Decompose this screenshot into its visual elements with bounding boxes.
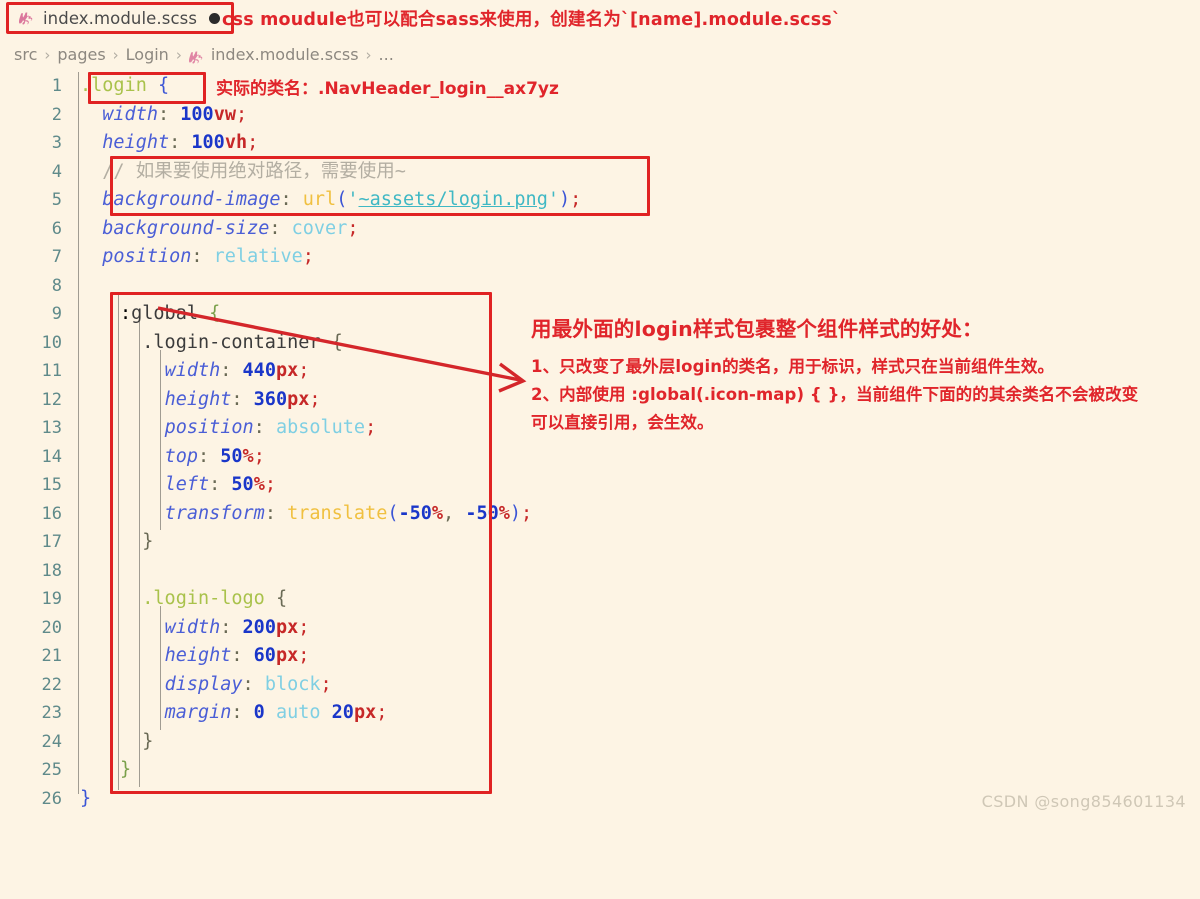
code-line[interactable]: 2 width: 100vw; [0, 101, 1200, 130]
code-line[interactable]: 23 margin: 0 auto 20px; [0, 699, 1200, 728]
line-number: 24 [41, 731, 62, 752]
notes-title: 用最外面的login样式包裹整个组件样式的好处： [531, 317, 983, 341]
line-number: 4 [51, 161, 62, 182]
code-line-text: height: 360px; [164, 388, 321, 410]
tab-filename: index.module.scss [43, 8, 198, 28]
line-number: 12 [41, 389, 62, 410]
line-number: 8 [51, 275, 62, 296]
sass-file-icon [19, 10, 34, 26]
code-line-text: } [142, 730, 154, 752]
breadcrumb-item-more[interactable]: ... [379, 45, 394, 64]
line-number: 10 [41, 332, 62, 353]
code-line[interactable]: 21 height: 60px; [0, 642, 1200, 671]
code-line-text: width: 100vw; [102, 103, 248, 125]
code-line-text: background-size: cover; [102, 217, 359, 239]
sass-file-icon [188, 49, 204, 65]
code-line-text: :global { [120, 303, 221, 324]
annotation-notes-panel: 用最外面的login样式包裹整个组件样式的好处： 1、只改变了最外层login的… [531, 312, 1191, 437]
line-number: 13 [41, 418, 62, 438]
code-line[interactable]: 8 [0, 272, 1200, 301]
code-line[interactable]: 6 background-size: cover; [0, 215, 1200, 244]
code-line-text: position: absolute; [164, 417, 377, 438]
line-number: 5 [51, 190, 62, 210]
breadcrumb-item-src[interactable]: src [14, 45, 37, 64]
code-line[interactable]: 17 } [0, 528, 1200, 557]
breadcrumb-separator-icon: › [44, 45, 51, 64]
breadcrumb-separator-icon: › [365, 45, 372, 64]
line-number: 23 [41, 703, 62, 723]
breadcrumb-item-file[interactable]: index.module.scss [211, 45, 359, 64]
code-line-text: width: 440px; [164, 360, 310, 381]
line-number: 9 [51, 304, 62, 324]
line-number: 3 [51, 133, 62, 153]
code-line[interactable]: 7 position: relative; [0, 243, 1200, 272]
indent-guide [160, 350, 161, 530]
code-line-text: } [142, 531, 154, 552]
code-line-text: width: 200px; [164, 616, 310, 638]
watermark: CSDN @song854601134 [981, 792, 1186, 811]
code-line-text: transform: translate(-50%, -50%); [164, 502, 533, 524]
code-line-text: height: 100vh; [102, 132, 259, 153]
code-line-text: left: 50%; [164, 474, 276, 495]
code-line[interactable]: 18 [0, 557, 1200, 586]
code-line-text: } [120, 759, 132, 780]
editor-tab-index-module-scss[interactable]: index.module.scss [6, 2, 235, 34]
code-line-text: .login-logo { [142, 588, 288, 609]
code-line[interactable]: 25 } [0, 756, 1200, 785]
code-line[interactable]: 22 display: block; [0, 671, 1200, 700]
breadcrumb-separator-icon: › [112, 45, 119, 64]
code-editor-content[interactable]: 1 .login { 2 width: 100vw; 3 height: 100… [0, 72, 1200, 813]
annotation-actual-classname: 实际的类名：.NavHeader_login__ax7yz [216, 79, 559, 99]
breadcrumb-item-login[interactable]: Login [126, 45, 169, 64]
note-item-1: 1、只改变了最外层login的类名，用于标识，样式只在当前组件生效。 [531, 357, 1055, 376]
line-number: 18 [41, 560, 62, 581]
line-number: 6 [51, 218, 62, 239]
line-number: 14 [41, 446, 62, 467]
line-number: 11 [41, 361, 62, 381]
breadcrumb-separator-icon: › [175, 45, 182, 64]
code-line-text: display: block; [164, 673, 332, 695]
code-line[interactable]: 19 .login-logo { [0, 585, 1200, 614]
breadcrumb: src › pages › Login › index.module.scss … [14, 45, 394, 64]
code-line[interactable]: 14 top: 50%; [0, 443, 1200, 472]
line-number: 1 [51, 76, 62, 96]
code-line[interactable]: 4 // 如果要使用绝对路径，需要使用~ [0, 158, 1200, 187]
indent-guide [160, 606, 161, 730]
code-line-text: top: 50%; [164, 445, 265, 467]
line-number: 15 [41, 475, 62, 495]
code-line[interactable]: 5 background-image: url('~assets/login.p… [0, 186, 1200, 215]
code-line[interactable]: 3 height: 100vh; [0, 129, 1200, 158]
code-line[interactable]: 24 } [0, 728, 1200, 757]
line-number: 21 [41, 646, 62, 666]
line-number: 20 [41, 617, 62, 638]
indent-guide [139, 321, 140, 787]
note-item-2: 2、内部使用 :global(.icon-map) { }，当前组件下面的的其余… [531, 385, 1139, 404]
code-line[interactable]: 20 width: 200px; [0, 614, 1200, 643]
header-annotation: css moudule也可以配合sass来使用，创建名为`[name].modu… [222, 10, 841, 30]
line-number: 26 [41, 788, 62, 809]
indent-guide [118, 292, 119, 790]
code-line-text: position: relative; [102, 246, 314, 267]
line-number: 2 [51, 104, 62, 125]
code-line-text: .login { [80, 75, 170, 96]
code-line-text: } [80, 787, 92, 809]
code-line[interactable]: 1 .login { [0, 72, 1200, 101]
code-line-text: background-image: url('~assets/login.png… [102, 189, 582, 210]
line-number: 22 [41, 674, 62, 695]
code-line[interactable]: 15 left: 50%; [0, 471, 1200, 500]
code-line-text: // 如果要使用绝对路径，需要使用~ [102, 160, 406, 182]
line-number: 25 [41, 760, 62, 780]
code-line-text: .login-container { [142, 331, 343, 353]
breadcrumb-item-pages[interactable]: pages [57, 45, 105, 64]
line-number: 17 [41, 532, 62, 552]
line-number: 7 [51, 247, 62, 267]
note-item-3: 可以直接引用，会生效。 [531, 413, 714, 432]
line-number: 19 [41, 589, 62, 609]
code-line[interactable]: 16 transform: translate(-50%, -50%); [0, 500, 1200, 529]
indent-guide [78, 72, 79, 794]
line-number: 16 [41, 503, 62, 524]
code-line-text: height: 60px; [164, 645, 310, 666]
unsaved-dot-icon[interactable] [209, 12, 221, 24]
